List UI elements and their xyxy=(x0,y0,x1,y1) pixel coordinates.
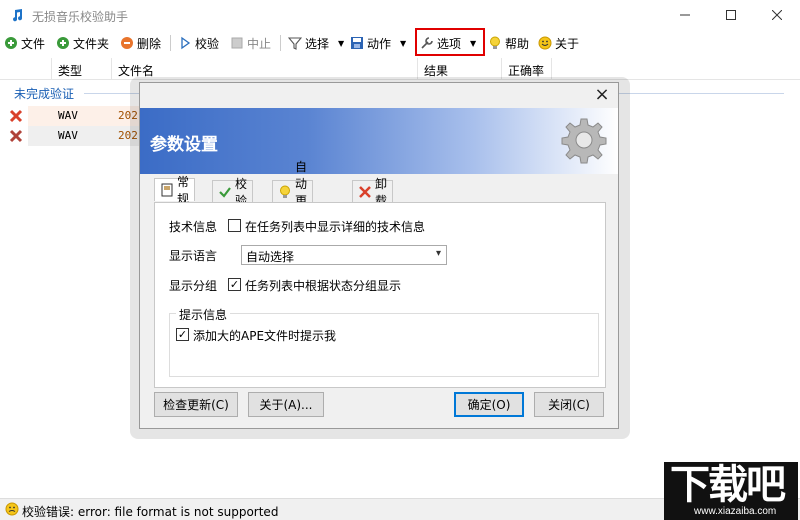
language-select[interactable]: 自动选择 ▾ xyxy=(241,245,447,265)
stop-icon xyxy=(230,36,244,50)
minimize-button[interactable] xyxy=(662,0,708,30)
ok-button[interactable]: 确定(O) xyxy=(454,392,524,417)
ape-hint-checkbox-label: 添加大的APE文件时提示我 xyxy=(193,329,337,343)
gear-icon xyxy=(560,116,608,164)
title-bar: 无损音乐校验助手 xyxy=(0,0,800,30)
hint-groupbox: 提示信息 ✓ 添加大的APE文件时提示我 xyxy=(169,306,599,377)
watermark-logo: 下载吧 www.xiazaiba.com xyxy=(664,462,798,520)
dialog-title: 参数设置 xyxy=(150,135,218,155)
add-file-icon xyxy=(4,36,18,50)
maximize-button[interactable] xyxy=(708,0,754,30)
file-label: 文件 xyxy=(21,36,46,51)
delete-label: 删除 xyxy=(137,36,162,51)
error-x-icon xyxy=(9,129,23,143)
add-folder-icon xyxy=(56,36,70,50)
about-button[interactable]: 关于 xyxy=(538,33,579,53)
tech-info-label: 技术信息 xyxy=(169,220,218,234)
document-icon xyxy=(160,183,174,197)
delete-icon xyxy=(120,36,134,50)
check-update-button[interactable]: 检查更新(C) xyxy=(154,392,238,417)
about-label: 关于 xyxy=(555,36,580,51)
smiley-icon xyxy=(5,502,19,519)
row-type: WAV xyxy=(58,109,78,122)
status-text: 校验错误: error: file format is not supporte… xyxy=(22,505,279,519)
verify-label: 校验 xyxy=(195,36,220,51)
tab-auto-update[interactable]: 自动更新 xyxy=(272,160,314,225)
column-divider xyxy=(51,58,52,80)
help-label: 帮助 xyxy=(505,36,530,51)
close-window-button[interactable] xyxy=(754,0,800,30)
tab-uninstall[interactable]: 卸载 xyxy=(352,177,394,208)
folder-button[interactable]: 文件夹 xyxy=(56,33,109,53)
tab-general[interactable]: 常规 xyxy=(154,175,196,206)
music-note-icon xyxy=(10,8,24,22)
tab-verify[interactable]: 校验 xyxy=(212,177,254,208)
row-type: WAV xyxy=(58,129,78,142)
lightbulb-icon xyxy=(488,36,502,50)
watermark-text: 下载吧 xyxy=(670,462,786,508)
select-label: 选择 xyxy=(305,36,330,51)
grouping-checkbox-label: 任务列表中根据状态分组显示 xyxy=(245,279,402,293)
smiley-icon xyxy=(538,36,552,50)
ape-hint-checkbox[interactable]: ✓ xyxy=(176,328,189,341)
error-x-icon xyxy=(9,109,23,123)
language-select-value: 自动选择 xyxy=(246,250,295,264)
verify-button[interactable]: 校验 xyxy=(178,33,219,53)
dialog-banner: 参数设置 xyxy=(140,108,618,174)
filter-icon xyxy=(288,36,302,50)
column-divider xyxy=(111,58,112,80)
folder-label: 文件夹 xyxy=(73,36,110,51)
toolbar-separator xyxy=(170,35,171,51)
about-dialog-button[interactable]: 关于(A)... xyxy=(248,392,324,417)
dialog-close-button[interactable]: × xyxy=(594,86,610,104)
help-button[interactable]: 帮助 xyxy=(488,33,529,53)
uninstall-x-icon xyxy=(358,185,372,199)
toolbar: 文件 文件夹 删除 校验 中止 选择 ▼ 动作 ▼ 选项 ▼ 帮助 关于 xyxy=(0,30,800,56)
delete-button[interactable]: 删除 xyxy=(120,33,161,53)
close-dialog-button[interactable]: 关闭(C) xyxy=(534,392,604,417)
dropdown-arrow-icon: ▼ xyxy=(338,38,345,48)
file-button[interactable]: 文件 xyxy=(4,33,45,53)
chevron-down-icon: ▾ xyxy=(435,248,441,259)
play-icon xyxy=(178,36,192,50)
stop-button[interactable]: 中止 xyxy=(230,33,271,53)
tab-panel-general: 技术信息 在任务列表中显示详细的技术信息 显示语言 自动选择 ▾ 显示分组 ✓ … xyxy=(154,202,606,388)
lightbulb-icon xyxy=(278,185,292,199)
tech-info-checkbox[interactable] xyxy=(228,219,241,232)
toolbar-separator xyxy=(280,35,281,51)
save-icon xyxy=(350,36,364,50)
grouping-checkbox[interactable]: ✓ xyxy=(228,278,241,291)
dropdown-arrow-icon: ▼ xyxy=(400,38,407,48)
options-highlight-box xyxy=(415,28,485,56)
group-label: 未完成验证 xyxy=(14,87,75,101)
checkmark-icon xyxy=(218,185,232,199)
tech-info-checkbox-label: 在任务列表中显示详细的技术信息 xyxy=(245,220,426,234)
settings-dialog: × 参数设置 常规 校验 自动更新 卸载 xyxy=(139,82,619,429)
action-label: 动作 xyxy=(367,36,392,51)
stop-label: 中止 xyxy=(247,36,272,51)
language-label: 显示语言 xyxy=(169,249,218,263)
column-header-type[interactable]: 类型 xyxy=(58,62,82,79)
grouping-label: 显示分组 xyxy=(169,279,218,293)
select-button[interactable]: 选择 ▼ xyxy=(288,33,344,53)
hint-groupbox-title: 提示信息 xyxy=(176,306,231,323)
action-button[interactable]: 动作 ▼ xyxy=(350,33,406,53)
watermark-url: www.xiazaiba.com xyxy=(694,506,777,517)
window-title: 无损音乐校验助手 xyxy=(32,10,129,24)
